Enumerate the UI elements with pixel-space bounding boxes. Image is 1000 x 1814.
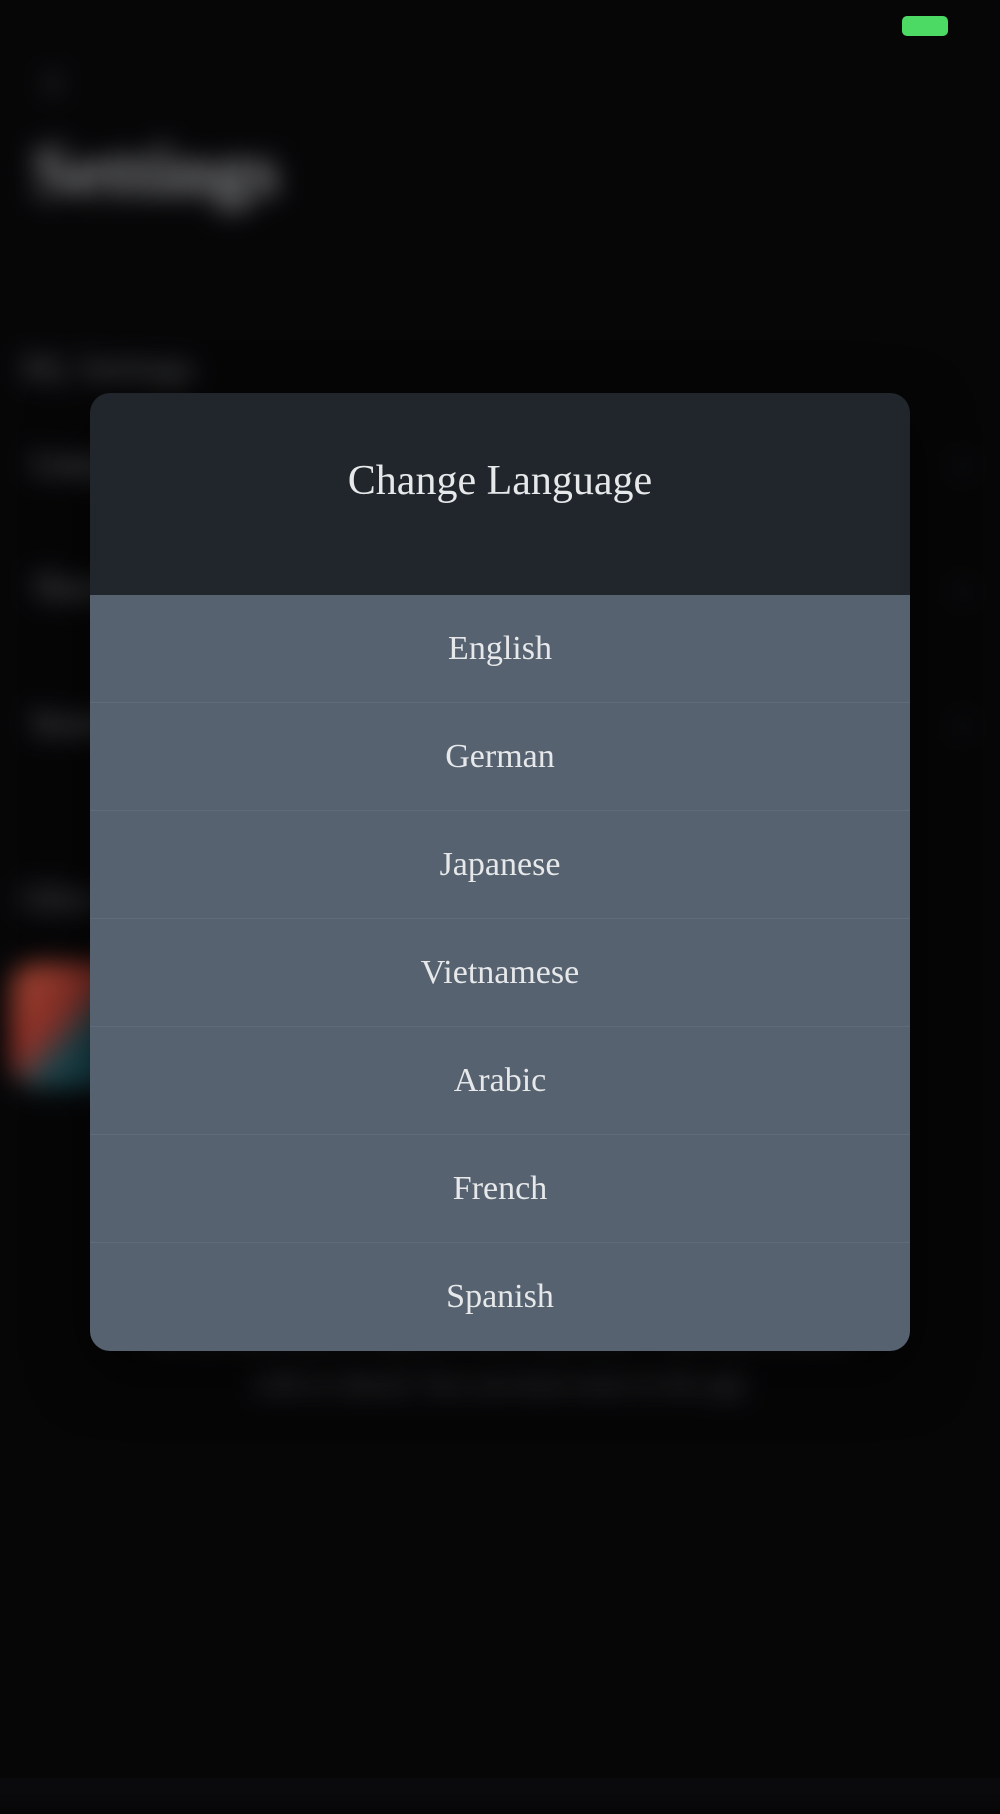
language-option-english[interactable]: English [90, 595, 910, 703]
sheet-header: Change Language [90, 393, 910, 595]
language-option-vietnamese[interactable]: Vietnamese [90, 919, 910, 1027]
change-language-sheet: Change Language English German Japanese … [90, 393, 910, 1351]
language-option-spanish[interactable]: Spanish [90, 1243, 910, 1351]
sheet-title: Change Language [110, 457, 890, 505]
language-option-arabic[interactable]: Arabic [90, 1027, 910, 1135]
language-option-japanese[interactable]: Japanese [90, 811, 910, 919]
language-options: English German Japanese Vietnamese Arabi… [90, 595, 910, 1351]
battery-icon [902, 16, 948, 36]
language-option-french[interactable]: French [90, 1135, 910, 1243]
language-option-german[interactable]: German [90, 703, 910, 811]
modal-overlay[interactable]: Change Language English German Japanese … [0, 0, 1000, 1778]
